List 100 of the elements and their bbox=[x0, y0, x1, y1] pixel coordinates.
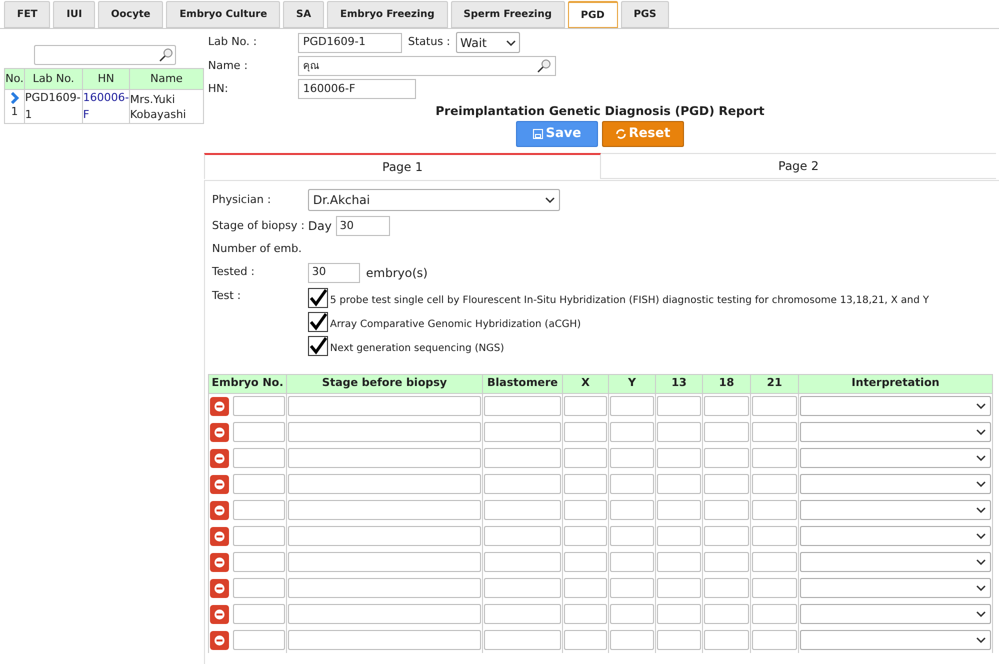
input-field[interactable] bbox=[288, 448, 481, 468]
input-field[interactable] bbox=[484, 552, 561, 572]
day-field[interactable]: 30 bbox=[336, 216, 390, 236]
interpretation-dropdown[interactable] bbox=[800, 552, 991, 572]
interpretation-dropdown[interactable] bbox=[800, 448, 991, 468]
input-field[interactable] bbox=[610, 422, 654, 442]
tab[interactable]: FET bbox=[4, 1, 50, 28]
input-field[interactable] bbox=[704, 396, 749, 416]
input-field[interactable] bbox=[704, 422, 749, 442]
input-field[interactable] bbox=[288, 474, 481, 494]
input-field[interactable] bbox=[484, 578, 561, 598]
input-field[interactable] bbox=[288, 552, 481, 572]
input-field[interactable] bbox=[657, 552, 701, 572]
input-field[interactable] bbox=[610, 474, 654, 494]
interpretation-dropdown[interactable] bbox=[800, 422, 991, 442]
name-field[interactable]: คุณ bbox=[298, 56, 556, 76]
hn-field[interactable]: 160006-F bbox=[298, 79, 416, 99]
input-field[interactable] bbox=[657, 422, 701, 442]
input-field[interactable] bbox=[752, 578, 797, 598]
interpretation-dropdown[interactable] bbox=[800, 526, 991, 546]
interpretation-dropdown[interactable] bbox=[800, 396, 991, 416]
input-field[interactable] bbox=[610, 500, 654, 520]
input-field[interactable] bbox=[484, 474, 561, 494]
input-field[interactable] bbox=[610, 396, 654, 416]
tested-field[interactable]: 30 bbox=[308, 262, 360, 282]
input-field[interactable] bbox=[564, 500, 607, 520]
tab[interactable]: Oocyte bbox=[98, 1, 164, 28]
interpretation-dropdown[interactable] bbox=[800, 474, 991, 494]
input-field[interactable] bbox=[564, 422, 607, 442]
input-field[interactable] bbox=[564, 396, 607, 416]
input-field[interactable] bbox=[233, 422, 285, 442]
input-field[interactable] bbox=[657, 474, 701, 494]
input-field[interactable] bbox=[288, 396, 481, 416]
checkbox[interactable] bbox=[308, 288, 328, 308]
input-field[interactable] bbox=[657, 396, 701, 416]
input-field[interactable] bbox=[752, 422, 797, 442]
input-field[interactable] bbox=[752, 396, 797, 416]
checkbox[interactable] bbox=[308, 336, 328, 356]
input-field[interactable] bbox=[288, 578, 481, 598]
remove-button[interactable] bbox=[210, 526, 229, 546]
tab[interactable]: SA bbox=[283, 1, 324, 28]
input-field[interactable] bbox=[233, 630, 285, 650]
physician-dropdown[interactable]: Dr.Akchai bbox=[308, 189, 560, 211]
input-field[interactable] bbox=[233, 500, 285, 520]
input-field[interactable] bbox=[657, 500, 701, 520]
input-field[interactable] bbox=[564, 578, 607, 598]
input-field[interactable] bbox=[484, 422, 561, 442]
input-field[interactable] bbox=[610, 526, 654, 546]
page-tab[interactable]: Page 2 bbox=[601, 153, 996, 179]
interpretation-dropdown[interactable] bbox=[800, 578, 991, 598]
input-field[interactable] bbox=[752, 448, 797, 468]
input-field[interactable] bbox=[610, 552, 654, 572]
remove-button[interactable] bbox=[210, 396, 229, 416]
input-field[interactable] bbox=[704, 500, 749, 520]
input-field[interactable] bbox=[704, 578, 749, 598]
input-field[interactable] bbox=[288, 630, 481, 650]
interpretation-dropdown[interactable] bbox=[800, 500, 991, 520]
input-field[interactable] bbox=[233, 474, 285, 494]
input-field[interactable] bbox=[704, 526, 749, 546]
remove-button[interactable] bbox=[210, 422, 229, 442]
input-field[interactable] bbox=[288, 604, 481, 624]
input-field[interactable] bbox=[704, 448, 749, 468]
interpretation-dropdown[interactable] bbox=[800, 630, 991, 650]
input-field[interactable] bbox=[288, 526, 481, 546]
remove-button[interactable] bbox=[210, 474, 229, 494]
interpretation-dropdown[interactable] bbox=[800, 604, 991, 624]
input-field[interactable] bbox=[752, 500, 797, 520]
input-field[interactable] bbox=[752, 604, 797, 624]
input-field[interactable] bbox=[610, 578, 654, 598]
input-field[interactable] bbox=[657, 630, 701, 650]
input-field[interactable] bbox=[233, 578, 285, 598]
input-field[interactable] bbox=[484, 630, 561, 650]
tab[interactable]: IUI bbox=[53, 1, 96, 28]
tab[interactable]: PGD bbox=[568, 1, 618, 28]
tab[interactable]: Embryo Culture bbox=[166, 1, 280, 28]
input-field[interactable] bbox=[564, 526, 607, 546]
input-field[interactable] bbox=[288, 422, 481, 442]
status-dropdown[interactable]: Wait bbox=[456, 32, 520, 53]
input-field[interactable] bbox=[610, 448, 654, 468]
input-field[interactable] bbox=[704, 604, 749, 624]
checkbox[interactable] bbox=[308, 312, 328, 332]
remove-button[interactable] bbox=[210, 578, 229, 598]
input-field[interactable] bbox=[610, 604, 654, 624]
input-field[interactable] bbox=[752, 526, 797, 546]
input-field[interactable] bbox=[233, 604, 285, 624]
input-field[interactable] bbox=[564, 604, 607, 624]
input-field[interactable] bbox=[657, 604, 701, 624]
remove-button[interactable] bbox=[210, 500, 229, 520]
input-field[interactable] bbox=[704, 552, 749, 572]
input-field[interactable] bbox=[564, 448, 607, 468]
input-field[interactable] bbox=[233, 448, 285, 468]
input-field[interactable] bbox=[484, 448, 561, 468]
input-field[interactable] bbox=[484, 500, 561, 520]
search-field[interactable] bbox=[34, 45, 176, 65]
remove-button[interactable] bbox=[210, 552, 229, 572]
input-field[interactable] bbox=[233, 396, 285, 416]
input-field[interactable] bbox=[564, 552, 607, 572]
tab[interactable]: Sperm Freezing bbox=[450, 1, 565, 28]
chevron-right-icon[interactable] bbox=[10, 92, 20, 104]
tab[interactable]: Embryo Freezing bbox=[327, 1, 448, 28]
